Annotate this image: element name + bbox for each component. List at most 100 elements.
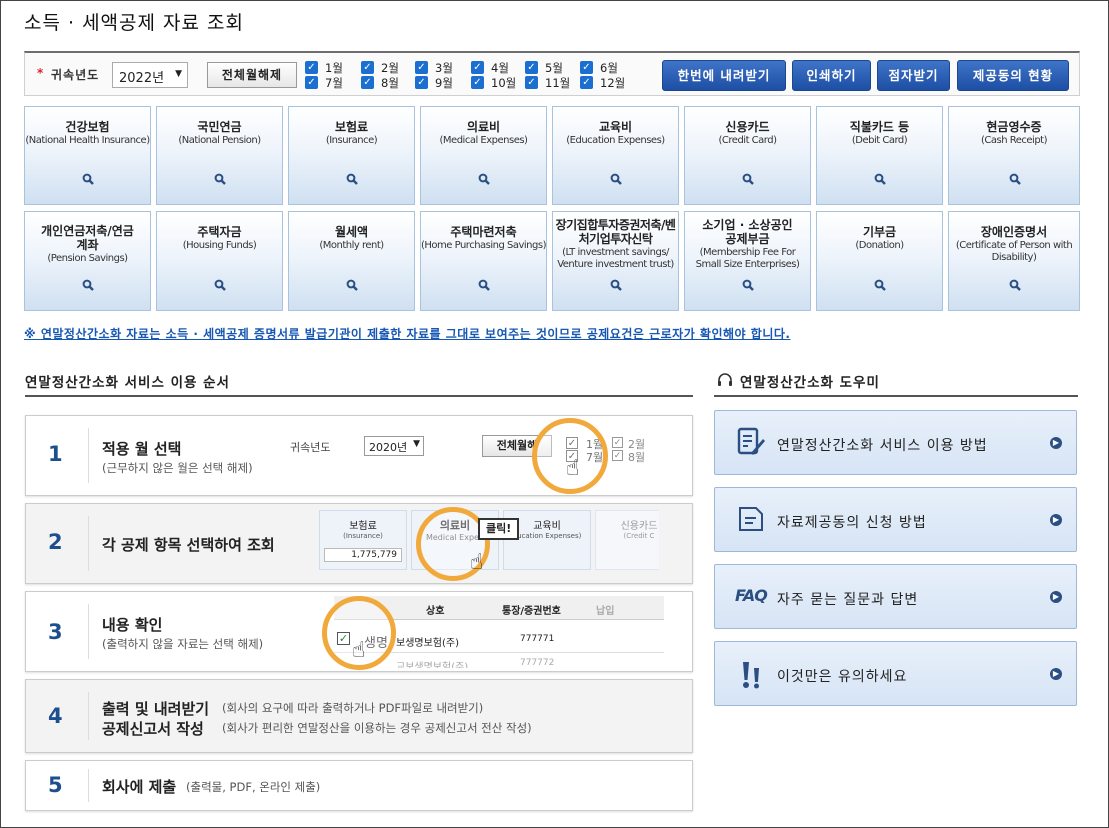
search-icon <box>874 279 886 291</box>
step-title: 적용 월 선택 <box>102 440 182 458</box>
step-subtitle: (근무하지 않은 월은 선택 해제) <box>102 461 253 475</box>
checkbox-checked-icon: ✓ <box>415 61 428 74</box>
step-number: 2 <box>48 530 63 554</box>
tile-housing-funds[interactable]: 주택자금 (Housing Funds) <box>156 211 283 311</box>
month-checkbox-10[interactable]: ✓ 10월 <box>471 76 516 90</box>
checkbox-checked-icon: ✓ <box>612 450 623 461</box>
step-title: 내용 확인 <box>102 616 163 634</box>
tile-education-expenses[interactable]: 교육비 (Education Expenses) <box>552 106 679 205</box>
page-title: 소득 · 세액공제 자료 조회 <box>24 12 244 34</box>
steps-section-title: 연말정산간소화 서비스 이용 순서 <box>25 375 230 391</box>
step-subtitle: (출력물, PDF, 온라인 제출) <box>186 780 321 794</box>
tile-debit-card[interactable]: 직불카드 등 (Debit Card) <box>816 106 943 205</box>
chevron-down-icon: ▼ <box>413 439 420 449</box>
step-subtitle-secondary: (회사가 편리한 연말정산을 이용하는 경우 공제신고서 전산 작성) <box>222 721 532 735</box>
month-checkbox-1[interactable]: ✓ 1월 <box>305 61 343 75</box>
help-faq[interactable]: FAQ 자주 묻는 질문과 답변 ▶ <box>714 564 1077 629</box>
print-button[interactable]: 인쇄하기 <box>792 60 871 91</box>
month-checkbox-8[interactable]: ✓ 8월 <box>361 76 399 90</box>
help-consent-application[interactable]: 자료제공동의 신청 방법 ▶ <box>714 487 1077 552</box>
month-checkbox-11[interactable]: ✓ 11월 <box>525 76 570 90</box>
search-icon <box>1009 279 1021 291</box>
step-1: 1 적용 월 선택 (근무하지 않은 월은 선택 해제) 귀속년도 2020년 ▼… <box>25 415 693 496</box>
checkbox-checked-icon: ✓ <box>471 61 484 74</box>
tile-national-health-insurance[interactable]: 건강보험 (National Health Insurance) <box>24 106 151 205</box>
help-section-divider <box>714 395 1078 397</box>
step-3: 3 내용 확인 (출력하지 않을 자료는 선택 해제) 상호 통장/증권번호 납… <box>25 591 693 672</box>
checkbox-checked-icon: ✓ <box>612 437 623 448</box>
search-icon <box>478 279 490 291</box>
search-icon <box>874 173 886 185</box>
notice-link[interactable]: ※ 연말정산간소화 자료는 소득 · 세액공제 증명서류 발급기관이 제출한 자… <box>24 325 790 342</box>
search-icon <box>742 173 754 185</box>
checkbox-checked-icon: ✓ <box>415 76 428 89</box>
required-mark: * <box>37 66 44 80</box>
help-cautions[interactable]: 이것만은 유의하세요 ▶ <box>714 641 1077 706</box>
arrow-right-icon: ▶ <box>1050 514 1062 526</box>
step-number: 5 <box>48 773 63 797</box>
search-icon <box>1009 173 1021 185</box>
step-number: 3 <box>48 620 63 644</box>
search-icon <box>346 279 358 291</box>
step-4: 4 출력 및 내려받기 (회사의 요구에 따라 출력하거나 PDF파일로 내려받… <box>25 679 693 753</box>
checkbox-checked-icon: ✓ <box>580 76 593 89</box>
tile-lt-investment-savings[interactable]: 장기집합투자증권저축/벤처기업투자신탁 (LT investment saving… <box>552 211 679 311</box>
month-checkbox-4[interactable]: ✓ 4월 <box>471 61 509 75</box>
arrow-right-icon: ▶ <box>1050 437 1062 449</box>
provider-status-button[interactable]: 제공동의 현황 <box>957 60 1069 91</box>
filter-toolbar: * 귀속년도 2022년 ▼ 전체월해제 ✓ 1월 ✓ 2월 ✓ 3월 ✓ 4월 ✓ 5월… <box>24 51 1080 96</box>
step-subtitle: (출력하지 않을 자료는 선택 해제) <box>102 637 264 651</box>
click-callout: 클릭! <box>478 518 520 540</box>
search-icon <box>610 173 622 185</box>
step-2: 2 각 공제 항목 선택하여 조회 보험료 (Insurance) 1,775,… <box>25 503 693 584</box>
month-checkbox-7[interactable]: ✓ 7월 <box>305 76 343 90</box>
checkbox-checked-icon: ✓ <box>471 76 484 89</box>
help-usage-guide[interactable]: 연말정산간소화 서비스 이용 방법 ▶ <box>714 410 1077 475</box>
month-checkbox-5[interactable]: ✓ 5월 <box>525 61 563 75</box>
help-section-title: 연말정산간소화 도우미 <box>740 375 880 391</box>
checkbox-checked-icon: ✓ <box>305 61 318 74</box>
tile-credit-card[interactable]: 신용카드 (Credit Card) <box>684 106 811 205</box>
month-checkbox-3[interactable]: ✓ 3월 <box>415 61 453 75</box>
tile-insurance[interactable]: 보험료 (Insurance) <box>288 106 415 205</box>
step-title: 각 공제 항목 선택하여 조회 <box>102 536 275 554</box>
tile-medical-expenses[interactable]: 의료비 (Medical Expenses) <box>420 106 547 205</box>
step-title-secondary: 공제신고서 작성 <box>102 720 204 738</box>
tile-pension-savings[interactable]: 개인연금저축/연금계좌 (Pension Savings) <box>24 211 151 311</box>
step-title: 회사에 제출 <box>102 778 177 796</box>
step-title: 출력 및 내려받기 <box>102 700 210 718</box>
tile-small-enterprise-membership-fee[interactable]: 소기업 · 소상공인 공제부금 (Membership Fee For Small… <box>684 211 811 311</box>
checkbox-checked-icon: ✓ <box>525 76 538 89</box>
month-checkbox-6[interactable]: ✓ 6월 <box>580 61 618 75</box>
tile-cash-receipt[interactable]: 현금영수증 (Cash Receipt) <box>948 106 1080 205</box>
braille-button[interactable]: 점자받기 <box>877 60 950 91</box>
search-icon <box>610 279 622 291</box>
faq-icon: FAQ <box>735 586 768 605</box>
year-select-value: 2022년 <box>119 71 165 86</box>
tile-disability-certificate[interactable]: 장애인증명서 (Certificate of Person with Disabi… <box>948 211 1080 311</box>
month-checkbox-12[interactable]: ✓ 12월 <box>580 76 625 90</box>
year-label: 귀속년도 <box>51 68 100 82</box>
checkbox-checked-icon: ✓ <box>361 61 374 74</box>
tile-home-purchasing-savings[interactable]: 주택마련저축 (Home Purchasing Savings) <box>420 211 547 311</box>
tile-monthly-rent[interactable]: 월세액 (Monthly rent) <box>288 211 415 311</box>
year-select[interactable]: 2022년 ▼ <box>112 62 188 88</box>
checkbox-checked-icon: ✓ <box>361 76 374 89</box>
search-icon <box>214 279 226 291</box>
arrow-right-icon: ▶ <box>1050 591 1062 603</box>
tile-donation[interactable]: 기부금 (Donation) <box>816 211 943 311</box>
tile-national-pension[interactable]: 국민연금 (National Pension) <box>156 106 283 205</box>
chevron-down-icon: ▼ <box>175 69 182 79</box>
month-checkbox-9[interactable]: ✓ 9월 <box>415 76 453 90</box>
deselect-all-months-button[interactable]: 전체월해제 <box>207 62 297 88</box>
checkbox-checked-icon: ✓ <box>580 61 593 74</box>
arrow-right-icon: ▶ <box>1050 668 1062 680</box>
step-number: 1 <box>48 442 63 466</box>
search-icon <box>478 173 490 185</box>
steps-section-divider <box>25 395 693 397</box>
search-icon <box>346 173 358 185</box>
download-all-button[interactable]: 한번에 내려받기 <box>662 60 786 91</box>
month-checkbox-2[interactable]: ✓ 2월 <box>361 61 399 75</box>
headset-icon <box>718 373 732 386</box>
search-icon <box>214 173 226 185</box>
